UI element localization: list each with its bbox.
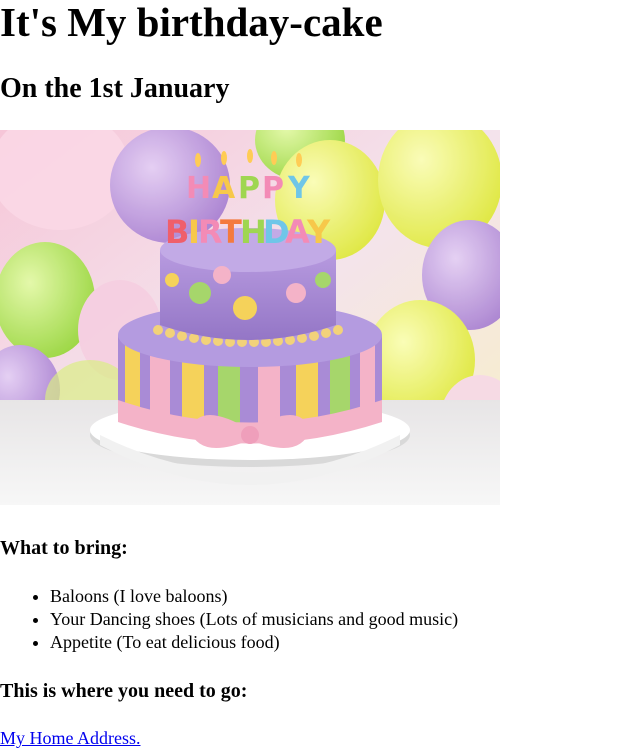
list-item: Appetite (To eat delicious food) [50, 631, 458, 654]
svg-text:B: B [165, 213, 189, 251]
svg-text:P: P [262, 171, 284, 206]
page-title: It's My birthday-cake [0, 0, 383, 45]
home-address-link[interactable]: My Home Address. [0, 727, 141, 750]
directions-heading: This is where you need to go: [0, 680, 248, 702]
svg-text:R: R [198, 213, 223, 251]
svg-text:Y: Y [306, 213, 331, 251]
what-to-bring-heading: What to bring: [0, 537, 128, 559]
svg-text:H: H [186, 171, 211, 206]
svg-text:A: A [212, 171, 236, 206]
birthday-cake-image: H A P P Y B I R T H D A Y [0, 130, 500, 505]
birthday-cake-illustration: H A P P Y B I R T H D A Y [0, 130, 500, 505]
list-item: Baloons (I love baloons) [50, 585, 458, 608]
page-subtitle: On the 1st January [0, 73, 230, 104]
list-item: Your Dancing shoes (Lots of musicians an… [50, 608, 458, 631]
svg-text:Y: Y [287, 171, 311, 206]
svg-text:T: T [220, 213, 242, 251]
svg-text:P: P [238, 171, 260, 206]
bring-list: Baloons (I love baloons) Your Dancing sh… [0, 585, 458, 654]
